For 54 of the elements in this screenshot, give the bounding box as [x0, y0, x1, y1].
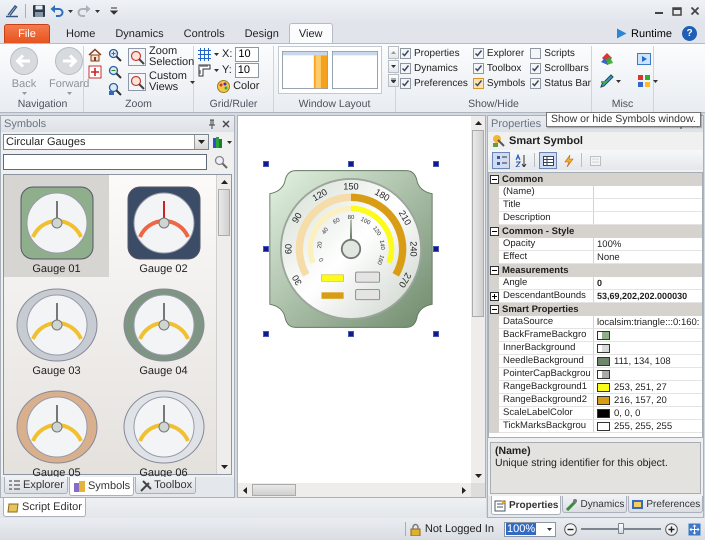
property-name: (Name)	[499, 186, 594, 199]
scale-label: 60	[284, 244, 294, 254]
property-name: PointerCapBackgrou	[499, 368, 594, 381]
scale-label: 270	[396, 271, 414, 290]
property-name: DescendantBounds	[499, 290, 594, 303]
scale-label: 210	[396, 208, 414, 227]
property-name: Angle	[499, 277, 594, 290]
description-text: Unique string identifier for this object.	[495, 457, 669, 469]
y-label: Y:	[222, 64, 232, 76]
property-name: InnerBackground	[499, 342, 594, 355]
category-label: Common - Style	[501, 226, 574, 237]
property-value: None	[597, 252, 620, 262]
tooltip: Show or hide Symbols window.	[546, 112, 701, 127]
property-name: ScaleLabelColor	[499, 407, 594, 420]
x-label: X:	[222, 48, 232, 60]
panel-title: Symbols	[4, 118, 46, 130]
property-name: TickMarksBackgrou	[499, 420, 594, 433]
group-label: Show/Hide	[467, 98, 520, 112]
property-name: NeedleBackground	[499, 355, 594, 368]
scale-label: 180	[373, 186, 392, 204]
login-status: Not Logged In	[424, 523, 494, 535]
object-name: Smart Symbol	[509, 135, 583, 147]
property-name: RangeBackground2	[499, 394, 594, 407]
category-label: Smart Properties	[501, 304, 579, 315]
property-value: localsim:triangle:::0:160:	[597, 316, 700, 328]
scale-label: 150	[343, 182, 359, 192]
scale-label: 90	[290, 210, 304, 225]
category-label: Measurements	[501, 265, 569, 276]
group-label: Navigation	[16, 98, 68, 112]
property-value: 253, 251, 27	[614, 382, 667, 392]
property-value: 216, 157, 20	[614, 394, 667, 406]
group-label: Grid/Ruler	[208, 98, 258, 112]
category-label: Common	[501, 174, 544, 185]
property-name: Effect	[499, 251, 594, 264]
property-value: 0	[597, 278, 602, 288]
property-value: 0, 0, 0	[614, 408, 640, 418]
scale-label: 120	[310, 186, 329, 204]
group-label: Window Layout	[298, 98, 372, 112]
description-title: (Name)	[495, 445, 532, 457]
property-value: 100%	[597, 238, 622, 250]
property-name: Description	[499, 212, 594, 225]
property-name: BackFrameBackgro	[499, 329, 594, 342]
group-label: Misc	[610, 98, 634, 112]
property-name: Title	[499, 199, 594, 212]
property-name: Opacity	[499, 238, 594, 251]
property-value: 53,69,202,202.000030	[597, 291, 688, 301]
scale-label: 30	[290, 273, 304, 288]
property-value: 111, 134, 108	[614, 356, 671, 366]
property-name: DataSource	[499, 316, 594, 329]
property-value: 255, 255, 255	[614, 420, 672, 432]
panel-title: Properties	[491, 118, 542, 130]
scale-label: 240	[408, 241, 418, 257]
property-name: RangeBackground1	[499, 381, 594, 394]
group-label: Zoom	[124, 98, 153, 112]
